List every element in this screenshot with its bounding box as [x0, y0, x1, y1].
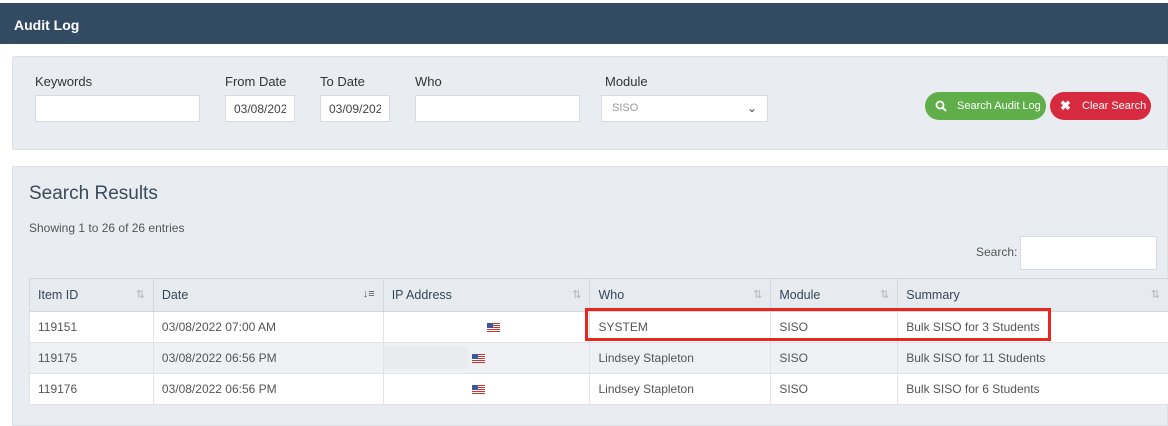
- column-header-module[interactable]: Module ⇅: [771, 279, 898, 312]
- cell-summary: Bulk SISO for 6 Students: [898, 374, 1168, 405]
- table-header-row: Item ID ⇅ Date ↓≡ IP Address ⇅ Who ⇅ Module ⇅…: [30, 279, 1168, 312]
- keywords-label: Keywords: [35, 74, 92, 89]
- who-input[interactable]: [415, 95, 580, 122]
- who-label: Who: [415, 74, 442, 89]
- sort-icon: ⇅: [880, 288, 889, 301]
- cell-ip-address: [383, 374, 590, 405]
- cell-date: 03/08/2022 06:56 PM: [153, 343, 383, 374]
- column-label: Who: [598, 288, 624, 302]
- chevron-down-icon: ⌄: [747, 96, 757, 121]
- sort-icon: ⇅: [136, 288, 145, 301]
- cell-summary: Bulk SISO for 3 Students: [898, 312, 1168, 343]
- column-label: Summary: [906, 288, 959, 302]
- close-icon: ✖: [1060, 92, 1071, 120]
- clear-search-label: Clear Search: [1082, 100, 1146, 112]
- cell-item-id: 119175: [30, 343, 154, 374]
- cell-ip-address: [383, 312, 590, 343]
- column-header-date[interactable]: Date ↓≡: [153, 279, 383, 312]
- clear-search-button[interactable]: ✖ Clear Search: [1050, 92, 1151, 120]
- search-audit-log-label: Search Audit Log: [957, 100, 1041, 112]
- cell-summary: Bulk SISO for 11 Students: [898, 343, 1168, 374]
- table-row[interactable]: 119175 03/08/2022 06:56 PM Lindsey Stapl…: [30, 343, 1168, 374]
- sort-icon: ⇅: [1151, 288, 1160, 301]
- search-icon: [935, 92, 947, 122]
- cell-who: Lindsey Stapleton: [590, 374, 771, 405]
- column-label: IP Address: [392, 288, 452, 302]
- results-panel: Search Results Showing 1 to 26 of 26 ent…: [12, 166, 1168, 426]
- cell-date: 03/08/2022 06:56 PM: [153, 374, 383, 405]
- results-count: Showing 1 to 26 of 26 entries: [29, 221, 184, 235]
- module-label: Module: [605, 74, 648, 89]
- redacted-ip: [384, 378, 468, 400]
- results-title: Search Results: [29, 183, 158, 205]
- table-row[interactable]: 119176 03/08/2022 06:56 PM Lindsey Stapl…: [30, 374, 1168, 405]
- audit-log-table: Item ID ⇅ Date ↓≡ IP Address ⇅ Who ⇅ Module ⇅…: [29, 278, 1168, 405]
- cell-item-id: 119176: [30, 374, 154, 405]
- redacted-ip: [384, 347, 468, 369]
- module-select-value: SISO: [612, 102, 638, 114]
- from-date-label: From Date: [225, 74, 286, 89]
- cell-module: SISO: [771, 312, 898, 343]
- cell-who: SYSTEM: [590, 312, 771, 343]
- from-date-input[interactable]: [225, 95, 295, 122]
- cell-ip-address: [383, 343, 590, 374]
- column-label: Item ID: [38, 288, 78, 302]
- cell-item-id: 119151: [30, 312, 154, 343]
- column-header-item-id[interactable]: Item ID ⇅: [30, 279, 154, 312]
- column-header-who[interactable]: Who ⇅: [590, 279, 771, 312]
- title-bar: Audit Log: [0, 0, 1168, 44]
- table-search-input[interactable]: [1020, 236, 1157, 270]
- column-label: Date: [162, 288, 188, 302]
- search-audit-log-button[interactable]: Search Audit Log: [925, 92, 1046, 120]
- table-search-label: Search:: [976, 245, 1017, 259]
- cell-module: SISO: [771, 374, 898, 405]
- column-header-summary[interactable]: Summary ⇅: [898, 279, 1168, 312]
- filter-panel: Keywords From Date To Date Who Module SI…: [12, 56, 1168, 150]
- cell-date: 03/08/2022 07:00 AM: [153, 312, 383, 343]
- column-label: Module: [779, 288, 820, 302]
- cell-who: Lindsey Stapleton: [590, 343, 771, 374]
- us-flag-icon: [487, 323, 500, 332]
- sort-ascending-icon: ↓≡: [363, 288, 375, 300]
- sort-icon: ⇅: [572, 288, 581, 301]
- to-date-label: To Date: [320, 74, 365, 89]
- redacted-ip: [384, 316, 484, 338]
- us-flag-icon: [472, 385, 485, 394]
- to-date-input[interactable]: [320, 95, 390, 122]
- keywords-input[interactable]: [35, 95, 200, 122]
- page-title: Audit Log: [14, 17, 79, 33]
- cell-module: SISO: [771, 343, 898, 374]
- us-flag-icon: [472, 354, 485, 363]
- module-select[interactable]: SISO ⌄: [601, 95, 768, 122]
- sort-icon: ⇅: [753, 288, 762, 301]
- column-header-ip-address[interactable]: IP Address ⇅: [383, 279, 590, 312]
- table-row[interactable]: 119151 03/08/2022 07:00 AM SYSTEM SISO B…: [30, 312, 1168, 343]
